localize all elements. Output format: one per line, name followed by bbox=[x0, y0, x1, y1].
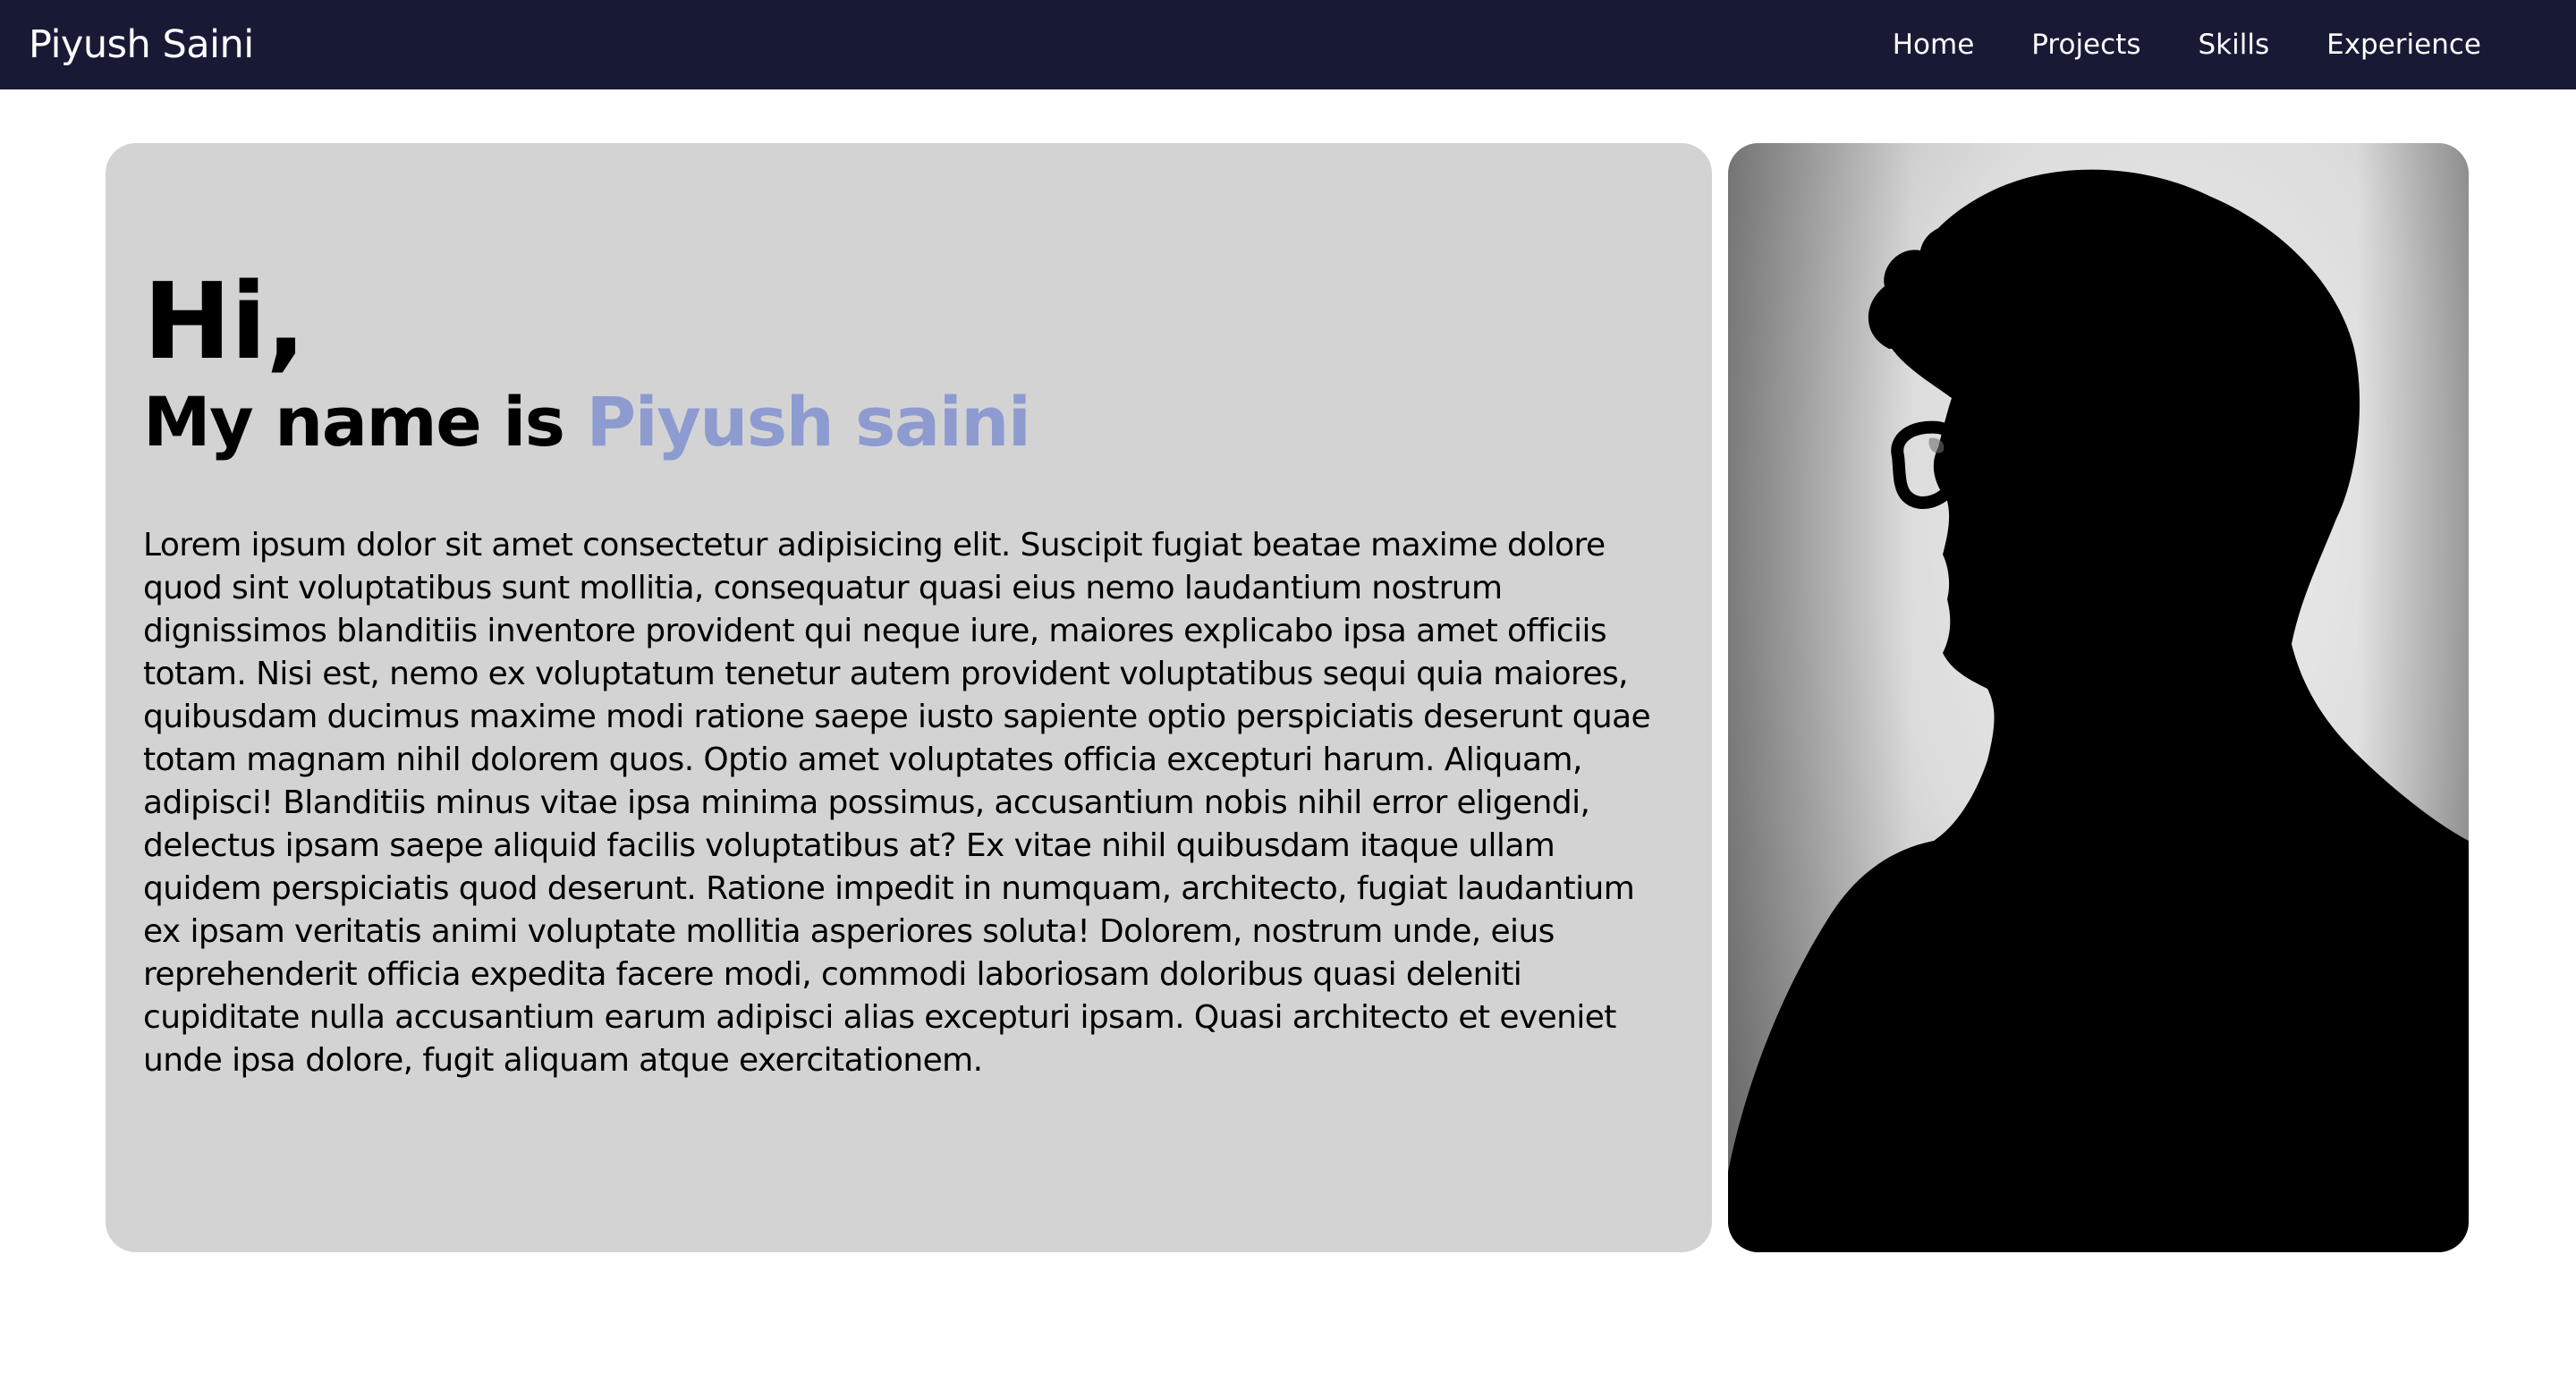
nav-link-home[interactable]: Home bbox=[1893, 29, 1975, 61]
intro-paragraph: Lorem ipsum dolor sit amet consectetur a… bbox=[143, 527, 1651, 1079]
nav-link-experience[interactable]: Experience bbox=[2326, 29, 2481, 61]
site-brand[interactable]: Piyush Saini bbox=[29, 22, 254, 67]
name-prefix: My name is bbox=[143, 382, 565, 462]
profile-photo bbox=[1728, 143, 2469, 1252]
greeting-heading: Hi, bbox=[143, 259, 306, 383]
silhouette-portrait-icon bbox=[1728, 143, 2469, 1252]
nav-links: Home Projects Skills Experience bbox=[1893, 29, 2481, 61]
top-navbar: Piyush Saini Home Projects Skills Experi… bbox=[0, 0, 2576, 89]
name-highlight: Piyush saini bbox=[586, 382, 1030, 462]
name-heading: My name is Piyush saini bbox=[143, 388, 1031, 456]
nav-link-projects[interactable]: Projects bbox=[2031, 29, 2140, 61]
intro-card: Hi, My name is Piyush saini Lorem ipsum … bbox=[106, 143, 1712, 1252]
nav-link-skills[interactable]: Skills bbox=[2198, 29, 2269, 61]
